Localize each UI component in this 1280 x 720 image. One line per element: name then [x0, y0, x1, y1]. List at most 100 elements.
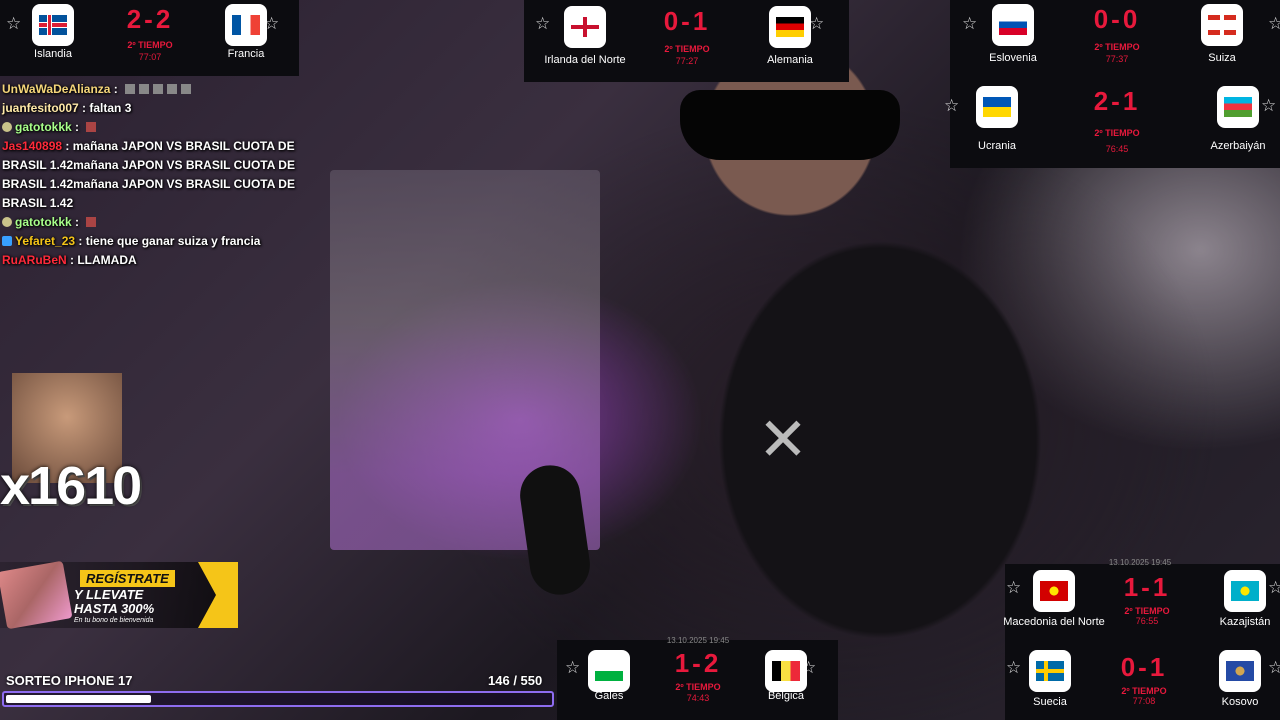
giveaway-progress-bar: [2, 691, 554, 707]
favorite-star-icon[interactable]: ☆: [962, 14, 977, 34]
giveaway-separator: /: [509, 673, 521, 688]
iceland-flag-icon-fill: [39, 15, 67, 35]
match-score: 2-1: [1093, 86, 1141, 116]
kazakhstan-flag-icon: [1224, 570, 1266, 612]
switzerland-flag-icon: [1201, 4, 1243, 46]
north-macedonia-flag-icon-fill: [1040, 581, 1068, 601]
france-flag-icon-fill: [232, 15, 260, 35]
promo-line-4: En tu bono de bienvenida: [74, 617, 154, 624]
chat-username[interactable]: gatotokkk: [15, 120, 72, 134]
ticker-date-2: 13.10.2025 19:45: [666, 636, 730, 645]
chat-text: tiene que ganar suiza y francia: [85, 234, 261, 248]
match-clock: 77:07: [138, 52, 162, 62]
chat-separator: :: [66, 253, 78, 267]
kosovo-flag-icon-fill: [1226, 661, 1254, 681]
slovenia-flag-icon-fill: [999, 15, 1027, 35]
chat-username[interactable]: Yefaret_23: [15, 234, 75, 248]
chat-username[interactable]: juanfesito007: [2, 101, 79, 115]
favorite-star-icon[interactable]: ☆: [6, 14, 21, 34]
switzerland-flag-icon-fill: [1208, 15, 1236, 35]
chat-message: Jas140898 : mañana JAPON VS BRASIL CUOTA…: [2, 137, 302, 213]
money-icon: [0, 560, 73, 630]
team-name-away: Alemania: [767, 54, 813, 66]
favorite-star-icon[interactable]: ☆: [1268, 578, 1280, 598]
wales-flag-icon-fill: [595, 661, 623, 681]
team-name-away: Kazajistán: [1219, 616, 1271, 628]
chat-message: juanfesito007 : faltan 3: [2, 99, 302, 118]
chat-separator: :: [110, 82, 122, 96]
chat-username[interactable]: RuARuBeN: [2, 253, 67, 267]
chat-message: RuARuBeN : LLAMADA: [2, 251, 302, 270]
promo-line-2: Y LLEVATE: [74, 587, 144, 602]
sunglasses: [680, 90, 900, 160]
sweden-flag-icon-fill: [1036, 661, 1064, 681]
chat-emote-icon: [139, 84, 150, 94]
chat-message: gatotokkk :: [2, 213, 302, 232]
chat-emote-icon: [86, 122, 97, 132]
match-score: 2-2: [126, 4, 174, 34]
team-name-away: Francia: [227, 48, 265, 60]
chat-emote-icon: [86, 217, 97, 227]
match-period: 2º TIEMPO: [664, 44, 710, 54]
giveaway-title: SORTEO IPHONE 17: [6, 673, 133, 688]
chat-separator: :: [71, 215, 83, 229]
giveaway-goal: 550: [520, 673, 543, 688]
match-score: 0-1: [663, 6, 711, 36]
chat-emote-icon: [181, 84, 192, 94]
team-name-away: Bélgica: [767, 690, 805, 702]
favorite-star-icon[interactable]: ☆: [1006, 658, 1021, 678]
match-clock: 76:45: [1105, 144, 1129, 154]
northern-ireland-flag-icon: [564, 6, 606, 48]
chat-username[interactable]: gatotokkk: [15, 215, 72, 229]
germany-flag-icon: [769, 6, 811, 48]
promo-line-1: REGÍSTRATE: [80, 570, 175, 587]
azerbaijan-flag-icon-fill: [1224, 97, 1252, 117]
belgium-flag-icon: [765, 650, 807, 692]
chat-emote-icon: [153, 84, 164, 94]
chat-username[interactable]: Jas140898: [2, 139, 62, 153]
chat-message: gatotokkk :: [2, 118, 302, 137]
favorite-star-icon[interactable]: ☆: [565, 658, 580, 678]
chat-emote-icon: [125, 84, 136, 94]
match-period: 2º TIEMPO: [127, 40, 173, 50]
match-period: 2º TIEMPO: [1121, 686, 1167, 696]
shirt-logo-icon: ✕: [757, 406, 809, 473]
favorite-star-icon[interactable]: ☆: [535, 14, 550, 34]
chat-separator: :: [71, 120, 83, 134]
belgium-flag-icon-fill: [772, 661, 800, 681]
germany-flag-icon-fill: [776, 17, 804, 37]
favorite-star-icon[interactable]: ☆: [1268, 658, 1280, 678]
match-clock: 77:27: [675, 56, 699, 66]
team-name-home: Suecia: [1033, 696, 1067, 708]
team-name-home: Islandia: [34, 48, 72, 60]
user-badge-icon: [2, 122, 12, 132]
favorite-star-icon[interactable]: ☆: [809, 14, 824, 34]
favorite-star-icon[interactable]: ☆: [944, 96, 959, 116]
match-period: 2º TIEMPO: [675, 682, 721, 692]
azerbaijan-flag-icon: [1217, 86, 1259, 128]
team-name-home: Macedonia del Norte: [1003, 616, 1105, 628]
france-flag-icon: [225, 4, 267, 46]
match-clock: 74:43: [686, 693, 710, 703]
chat-message: UnWaWaDeAlianza :: [2, 80, 302, 99]
chevron-right-icon: [198, 562, 238, 628]
promo-banner[interactable]: REGÍSTRATE Y LLEVATE HASTA 300% En tu bo…: [0, 560, 238, 630]
favorite-star-icon[interactable]: ☆: [1006, 578, 1021, 598]
favorite-star-icon[interactable]: ☆: [1268, 14, 1280, 34]
team-name-home: Ucrania: [978, 140, 1016, 152]
chat-emote-icon: [167, 84, 178, 94]
chat-panel: UnWaWaDeAlianza : juanfesito007 : faltan…: [2, 80, 302, 270]
match-period: 2º TIEMPO: [1094, 128, 1140, 138]
favorite-star-icon[interactable]: ☆: [1261, 96, 1276, 116]
chat-username[interactable]: UnWaWaDeAlianza: [2, 82, 110, 96]
match-period: 2º TIEMPO: [1094, 42, 1140, 52]
iceland-flag-icon: [32, 4, 74, 46]
match-period: 2º TIEMPO: [1124, 606, 1170, 616]
match-score: 1-2: [674, 648, 722, 678]
giveaway-progress-fill: [6, 695, 151, 703]
chat-separator: :: [75, 234, 86, 248]
giveaway-current: 146: [488, 673, 510, 688]
chat-separator: :: [78, 101, 90, 115]
chat-text: faltan 3: [89, 101, 132, 115]
sweden-flag-icon: [1029, 650, 1071, 692]
